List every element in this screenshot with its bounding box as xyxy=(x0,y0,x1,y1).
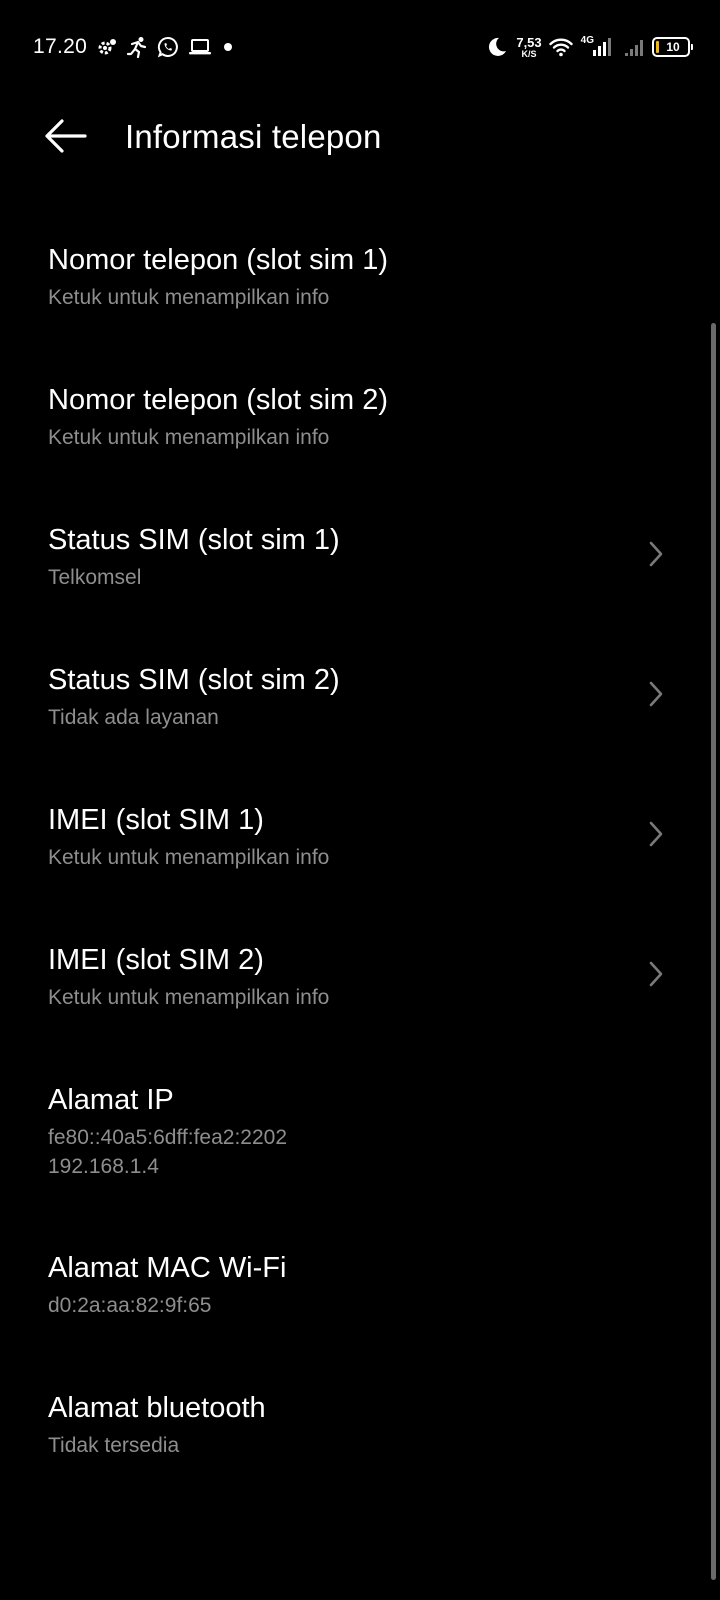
chevron-right-icon xyxy=(646,818,666,850)
wifi-icon xyxy=(548,37,573,57)
list-item-wifi-mac-address[interactable]: Alamat MAC Wi-Fi d0:2a:aa:82:9f:65 xyxy=(0,1248,720,1388)
list-item-title: Nomor telepon (slot sim 1) xyxy=(48,244,389,276)
list-item-sim-status-sim2[interactable]: Status SIM (slot sim 2) Tidak ada layana… xyxy=(0,660,720,800)
list-item-imei-sim1[interactable]: IMEI (slot SIM 1) Ketuk untuk menampilka… xyxy=(0,800,720,940)
battery-level-text: 10 xyxy=(666,40,680,54)
list-item-subtitle: Ketuk untuk menampilkan info xyxy=(48,286,330,309)
list-item-sim-status-sim1[interactable]: Status SIM (slot sim 1) Telkomsel xyxy=(0,520,720,660)
network-speed-value: 7,53 xyxy=(516,34,542,50)
list-item-title: Status SIM (slot sim 2) xyxy=(48,664,340,696)
scrollbar-thumb[interactable] xyxy=(711,323,716,1580)
list-item-ip-address[interactable]: Alamat IP fe80::40a5:6dff:fea2:2202 192.… xyxy=(0,1080,720,1248)
list-item-subtitle: Ketuk untuk menampilkan info xyxy=(48,426,330,449)
network-speed-unit: K/S xyxy=(521,48,537,59)
fitness-running-icon xyxy=(126,36,148,58)
list-item-title: Alamat IP xyxy=(48,1084,174,1116)
list-item-subtitle: d0:2a:aa:82:9f:65 xyxy=(48,1294,212,1317)
chevron-right-icon xyxy=(646,538,666,570)
list-item-subtitle: Telkomsel xyxy=(48,566,142,589)
list-item-title: Status SIM (slot sim 1) xyxy=(48,524,340,556)
laptop-icon xyxy=(188,37,212,57)
list-item-title: Alamat bluetooth xyxy=(48,1392,266,1424)
page-title: Informasi telepon xyxy=(125,118,382,155)
list-item-title: Nomor telepon (slot sim 2) xyxy=(48,384,389,416)
list-item-bluetooth-address[interactable]: Alamat bluetooth Tidak tersedia xyxy=(0,1388,720,1528)
status-bar-left: 17.20 xyxy=(33,30,244,64)
status-bar: 17.20 7,53 K/S 4G 10 xyxy=(0,0,720,94)
gear-notification-icon xyxy=(97,37,117,57)
battery-icon: 10 xyxy=(652,37,693,57)
status-bar-right: 7,53 K/S 4G 10 xyxy=(486,30,693,64)
list-item-subtitle: Ketuk untuk menampilkan info xyxy=(48,986,330,1009)
ipv6-address: fe80::40a5:6dff:fea2:2202 xyxy=(48,1126,287,1149)
list-item-subtitle: Ketuk untuk menampilkan info xyxy=(48,846,330,869)
battery-level-fill xyxy=(656,41,659,53)
network-type-label: 4G xyxy=(580,34,594,46)
status-clock: 17.20 xyxy=(33,35,88,58)
list-item-phone-number-sim2[interactable]: Nomor telepon (slot sim 2) Ketuk untuk m… xyxy=(0,380,720,520)
app-bar: Informasi telepon xyxy=(0,100,720,176)
settings-list: Nomor telepon (slot sim 1) Ketuk untuk m… xyxy=(0,240,720,1528)
list-item-title: IMEI (slot SIM 2) xyxy=(48,944,264,976)
dot-icon xyxy=(221,40,235,54)
list-item-title: Alamat MAC Wi-Fi xyxy=(48,1252,287,1284)
signal-sim2-icon xyxy=(624,37,644,57)
whatsapp-icon xyxy=(157,36,179,58)
list-item-phone-number-sim1[interactable]: Nomor telepon (slot sim 1) Ketuk untuk m… xyxy=(0,240,720,380)
list-item-imei-sim2[interactable]: IMEI (slot SIM 2) Ketuk untuk menampilka… xyxy=(0,940,720,1080)
network-speed: 7,53 K/S xyxy=(516,36,541,59)
ipv4-address: 192.168.1.4 xyxy=(48,1155,159,1178)
arrow-left-icon xyxy=(43,118,87,159)
back-button[interactable] xyxy=(40,116,90,160)
signal-sim1-icon xyxy=(592,37,612,57)
chevron-right-icon xyxy=(646,958,666,990)
chevron-right-icon xyxy=(646,678,666,710)
list-item-title: IMEI (slot SIM 1) xyxy=(48,804,264,836)
list-item-subtitle: Tidak ada layanan xyxy=(48,706,219,729)
list-item-subtitle: Tidak tersedia xyxy=(48,1434,180,1457)
do-not-disturb-moon-icon xyxy=(486,36,508,58)
